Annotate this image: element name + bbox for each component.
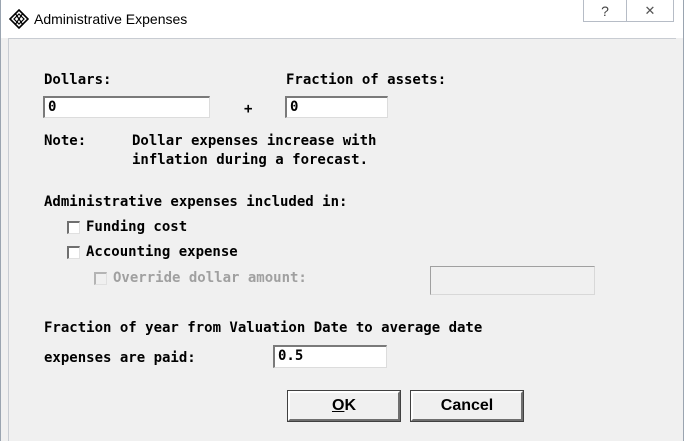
ok-label: K [344,397,356,414]
fraction-of-year-label-line1: Fraction of year from Valuation Date to … [44,320,483,336]
ok-button[interactable]: OK [287,390,401,422]
note-text-line2: inflation during a forecast. [132,152,369,168]
accounting-expense-label[interactable]: Accounting expense [86,244,238,260]
override-dollar-amount-input[interactable] [430,266,595,295]
cancel-button[interactable]: Cancel [410,390,524,422]
fraction-of-year-label-line2: expenses are paid: [44,350,196,366]
close-button[interactable]: ✕ [626,0,674,22]
accounting-expense-checkbox[interactable] [67,246,80,259]
dialog-window: Administrative Expenses ? ✕ Dollars: Fra… [0,0,684,441]
note-label: Note: [44,133,87,149]
note-text-line1: Dollar expenses increase with [132,133,377,149]
dollars-input[interactable]: 0 [43,96,210,118]
override-dollar-amount-label[interactable]: Override dollar amount: [113,270,307,286]
funding-cost-checkbox[interactable] [67,221,80,234]
app-icon [9,9,29,29]
help-icon: ? [601,2,609,19]
plus-sign: + [244,101,253,117]
fraction-of-year-input[interactable]: 0.5 [273,345,387,368]
close-icon: ✕ [644,2,656,18]
help-button[interactable]: ? [583,0,627,22]
dollars-label: Dollars: [44,72,112,88]
ok-mnemonic: O [331,397,345,414]
override-dollar-amount-checkbox[interactable] [94,272,107,285]
title-bar[interactable]: Administrative Expenses ? ✕ [1,0,683,38]
funding-cost-label[interactable]: Funding cost [86,219,187,235]
window-title: Administrative Expenses [34,11,188,27]
cancel-label: Cancel [440,397,494,414]
dialog-body: Dollars: Fraction of assets: 0 + 0 Note:… [8,38,676,441]
fraction-of-assets-label: Fraction of assets: [286,72,447,88]
fraction-of-assets-input[interactable]: 0 [285,96,388,118]
included-in-heading: Administrative expenses included in: [44,194,348,210]
